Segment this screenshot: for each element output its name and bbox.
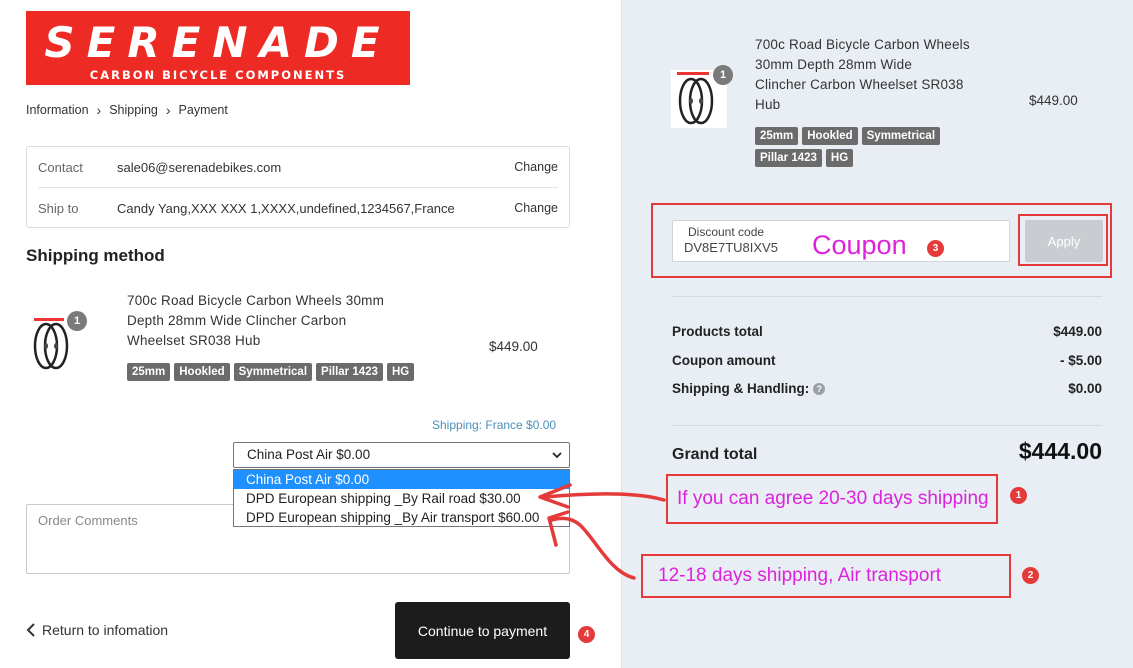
annotation-arrows	[538, 483, 666, 580]
